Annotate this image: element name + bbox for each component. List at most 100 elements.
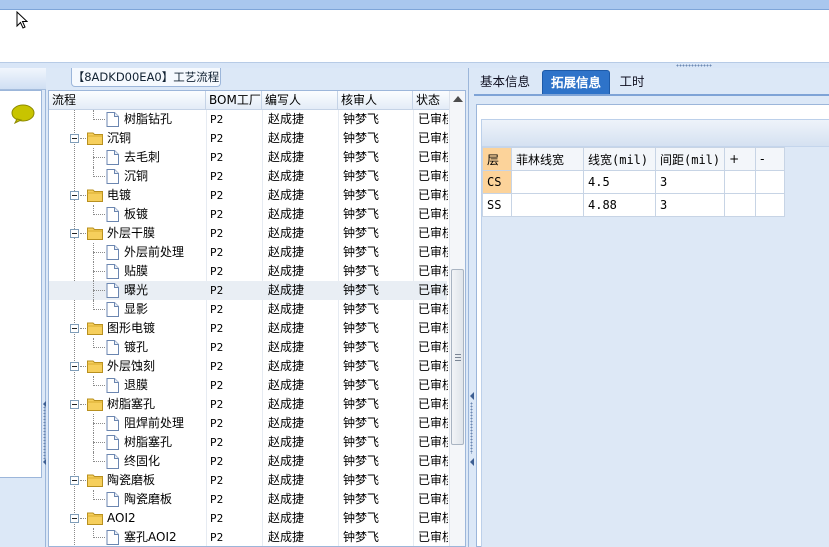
tree-cell[interactable]: 塞孔AOI2 — [49, 528, 206, 546]
table-row[interactable]: 外层前处理 P2 赵成捷 钟梦飞 已审核 — [49, 243, 448, 262]
tree-cell[interactable]: 外层前处理 — [49, 243, 206, 262]
tree-cell[interactable]: 陶瓷磨板 — [49, 471, 206, 490]
collapse-toggle-icon[interactable] — [70, 476, 79, 485]
table-row[interactable]: 图形电镀 P2 赵成捷 钟梦飞 已审核 — [49, 319, 448, 338]
spacing-cell[interactable]: 3 — [654, 170, 726, 194]
layer-cell[interactable]: SS — [482, 193, 512, 217]
tab-basic-info[interactable]: 基本信息 — [474, 70, 536, 95]
add-row-button[interactable]: + — [724, 147, 757, 171]
tree-cell[interactable]: 阻焊前处理 — [49, 414, 206, 433]
table-row[interactable]: 陶瓷磨板 P2 赵成捷 钟梦飞 已审核 — [49, 471, 448, 490]
table-row[interactable]: 外层干膜 P2 赵成捷 钟梦飞 已审核 — [49, 224, 448, 243]
collapse-toggle-icon[interactable] — [70, 362, 79, 371]
folder-icon — [87, 321, 103, 338]
table-row[interactable]: 沉铜 P2 赵成捷 钟梦飞 已审核 — [49, 129, 448, 148]
tree-cell[interactable]: 电镀 — [49, 186, 206, 205]
table-row[interactable]: 树脂塞孔 P2 赵成捷 钟梦飞 已审核 — [49, 433, 448, 452]
tree-cell[interactable]: 曝光 — [49, 281, 206, 300]
process-name-label: 沉铜 — [107, 131, 132, 145]
tree-cell[interactable]: 树脂钻孔 — [49, 110, 206, 129]
th-line-width[interactable]: 线宽(mil) — [583, 147, 656, 171]
author-cell: 赵成捷 — [268, 530, 305, 544]
tree-cell[interactable]: 树脂塞孔 — [49, 433, 206, 452]
tree-cell[interactable]: 终固化 — [49, 452, 206, 471]
table-row[interactable]: 沉铜 P2 赵成捷 钟梦飞 已审核 — [49, 167, 448, 186]
table-row[interactable]: 贴膜 P2 赵成捷 钟梦飞 已审核 — [49, 262, 448, 281]
document-icon — [106, 150, 119, 167]
film-width-cell[interactable] — [511, 193, 584, 217]
bom-factory-cell: P2 — [210, 227, 224, 240]
tree-cell[interactable]: 镀孔 — [49, 338, 206, 357]
col-header-status[interactable]: 状态 — [413, 91, 449, 110]
tree-cell[interactable]: 去毛刺 — [49, 148, 206, 167]
bom-factory-cell: P2 — [210, 398, 224, 411]
col-header-author[interactable]: 编写人 — [262, 91, 338, 110]
table-row[interactable]: 电镀 P2 赵成捷 钟梦飞 已审核 — [49, 186, 448, 205]
table-row[interactable]: 陶瓷磨板 P2 赵成捷 钟梦飞 已审核 — [49, 490, 448, 509]
tree-cell[interactable]: 沉铜 — [49, 167, 206, 186]
author-cell: 赵成捷 — [268, 226, 305, 240]
scroll-thumb[interactable] — [451, 269, 464, 445]
table-row[interactable]: 树脂钻孔 P2 赵成捷 钟梦飞 已审核 — [49, 110, 448, 129]
tree-cell[interactable]: 陶瓷磨板 — [49, 490, 206, 509]
table-row[interactable]: 去毛刺 P2 赵成捷 钟梦飞 已审核 — [49, 148, 448, 167]
tree-cell[interactable]: 显影 — [49, 300, 206, 319]
th-film-width[interactable]: 菲林线宽 — [511, 147, 584, 171]
tree-cell[interactable]: 图形电镀 — [49, 319, 206, 338]
col-header-bom-factory[interactable]: BOM工厂 — [206, 91, 262, 110]
table-row[interactable]: 阻焊前处理 P2 赵成捷 钟梦飞 已审核 — [49, 414, 448, 433]
collapse-toggle-icon[interactable] — [70, 229, 79, 238]
line-width-cell[interactable]: 4.5 — [583, 170, 656, 194]
line-width-cell[interactable]: 4.88 — [583, 193, 656, 217]
tab-extended-info[interactable]: 拓展信息 — [542, 70, 610, 95]
th-layer[interactable]: 层 — [482, 147, 512, 171]
table-row[interactable]: 显影 P2 赵成捷 钟梦飞 已审核 — [49, 300, 448, 319]
collapse-toggle-icon[interactable] — [70, 191, 79, 200]
tab-work-hours[interactable]: 工时 — [614, 70, 650, 95]
table-row[interactable]: CS 4.5 3 — [482, 170, 786, 194]
collapse-toggle-icon[interactable] — [70, 134, 79, 143]
tree-cell[interactable]: 退膜 — [49, 376, 206, 395]
bom-factory-cell: P2 — [210, 303, 224, 316]
col-header-process[interactable]: 流程 — [49, 91, 206, 110]
status-cell: 已审核 — [418, 112, 448, 126]
reviewer-cell: 钟梦飞 — [343, 454, 380, 468]
table-row[interactable]: 退膜 P2 赵成捷 钟梦飞 已审核 — [49, 376, 448, 395]
tree-cell[interactable]: AOI2 — [49, 509, 206, 528]
table-row[interactable]: 曝光 P2 赵成捷 钟梦飞 已审核 — [49, 281, 448, 300]
table-row[interactable]: 镀孔 P2 赵成捷 钟梦飞 已审核 — [49, 338, 448, 357]
grid-vertical-scrollbar[interactable] — [449, 91, 465, 546]
spacing-cell[interactable]: 3 — [654, 193, 726, 217]
remove-row-button[interactable]: - — [755, 147, 786, 171]
tree-cell[interactable]: 树脂塞孔 — [49, 395, 206, 414]
table-row[interactable]: 树脂塞孔 P2 赵成捷 钟梦飞 已审核 — [49, 395, 448, 414]
status-cell: 已审核 — [418, 302, 448, 316]
table-row[interactable]: 塞孔AOI2 P2 赵成捷 钟梦飞 已审核 — [49, 528, 448, 546]
document-icon — [106, 264, 119, 281]
status-cell: 已审核 — [418, 340, 448, 354]
tree-cell[interactable]: 贴膜 — [49, 262, 206, 281]
th-spacing[interactable]: 间距(mil) — [654, 147, 726, 171]
process-name-label: 沉铜 — [124, 169, 149, 183]
process-name-label: 显影 — [124, 302, 149, 316]
status-cell: 已审核 — [418, 473, 448, 487]
reviewer-cell: 钟梦飞 — [343, 226, 380, 240]
table-row[interactable]: AOI2 P2 赵成捷 钟梦飞 已审核 — [49, 509, 448, 528]
table-row[interactable]: 外层蚀刻 P2 赵成捷 钟梦飞 已审核 — [49, 357, 448, 376]
table-row[interactable]: 终固化 P2 赵成捷 钟梦飞 已审核 — [49, 452, 448, 471]
scroll-up-arrow-icon[interactable] — [453, 96, 463, 102]
tree-cell[interactable]: 沉铜 — [49, 129, 206, 148]
col-header-reviewer[interactable]: 核审人 — [338, 91, 413, 110]
tree-cell[interactable]: 外层干膜 — [49, 224, 206, 243]
table-row[interactable]: 板镀 P2 赵成捷 钟梦飞 已审核 — [49, 205, 448, 224]
collapse-toggle-icon[interactable] — [70, 324, 79, 333]
tree-cell[interactable]: 外层蚀刻 — [49, 357, 206, 376]
tree-cell[interactable]: 板镀 — [49, 205, 206, 224]
film-width-cell[interactable] — [511, 170, 584, 194]
table-row[interactable]: SS 4.88 3 — [482, 193, 786, 217]
status-cell: 已审核 — [418, 511, 448, 525]
comment-bubble-icon[interactable] — [11, 104, 35, 124]
layer-cell[interactable]: CS — [482, 170, 512, 194]
collapse-toggle-icon[interactable] — [70, 514, 79, 523]
collapse-toggle-icon[interactable] — [70, 400, 79, 409]
